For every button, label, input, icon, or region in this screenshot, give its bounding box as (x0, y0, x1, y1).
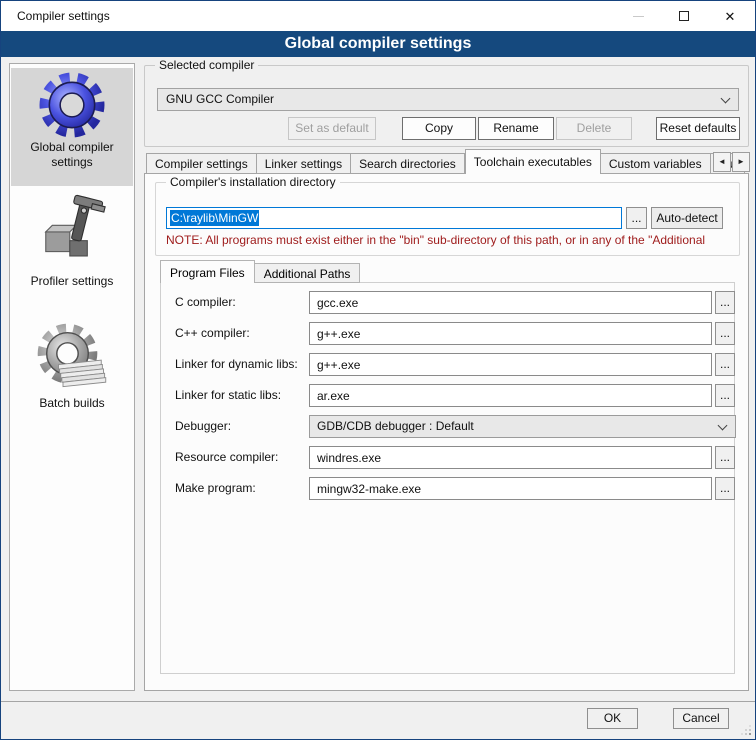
sidebar-item-label: Profiler settings (11, 274, 133, 289)
chevron-down-icon (721, 94, 731, 104)
c-compiler-input[interactable] (309, 291, 712, 314)
toolchain-executables-page: Compiler's installation directory C:\ray… (144, 173, 749, 691)
dynamic-linker-input[interactable] (309, 353, 712, 376)
footer-separator (1, 701, 756, 702)
make-program-label: Make program: (175, 481, 256, 495)
browse-directory-button[interactable]: ... (626, 207, 647, 229)
c-compiler-browse-button[interactable]: ... (715, 291, 735, 314)
title-bar[interactable]: Compiler settings ✕ (1, 1, 755, 31)
c-compiler-label: C compiler: (175, 295, 236, 309)
settings-tab-strip: Compiler settings Linker settings Search… (146, 149, 745, 174)
field-row: Resource compiler: ... (161, 446, 734, 469)
dialog-banner: Global compiler settings (1, 31, 755, 57)
static-linker-label: Linker for static libs: (175, 388, 281, 402)
installation-note: NOTE: All programs must exist either in … (166, 233, 736, 247)
dynamic-linker-label: Linker for dynamic libs: (175, 357, 298, 371)
program-tab-strip: Program Files Additional Paths (160, 260, 360, 283)
blue-gear-icon (39, 72, 105, 138)
debugger-select-value: GDB/CDB debugger : Default (317, 419, 474, 433)
selected-compiler-group: Selected compiler GNU GCC Compiler Set a… (144, 65, 749, 147)
tab-custom-variables[interactable]: Custom variables (601, 153, 711, 174)
group-legend: Selected compiler (155, 58, 258, 72)
sidebar-item-profiler-settings[interactable]: Profiler settings (11, 190, 133, 294)
tab-compiler-settings[interactable]: Compiler settings (146, 153, 257, 174)
installation-directory-group: Compiler's installation directory C:\ray… (155, 182, 740, 256)
chevron-down-icon (718, 421, 728, 431)
tab-scroll-left-button[interactable]: ◄ (713, 152, 731, 172)
copy-button[interactable]: Copy (402, 117, 476, 140)
cpp-compiler-label: C++ compiler: (175, 326, 250, 340)
auto-detect-button[interactable]: Auto-detect (651, 207, 723, 229)
maximize-button[interactable] (661, 1, 707, 31)
tab-toolchain-executables[interactable]: Toolchain executables (465, 149, 601, 174)
resource-compiler-browse-button[interactable]: ... (715, 446, 735, 469)
sidebar-item-label: Batch builds (11, 396, 133, 411)
close-button[interactable]: ✕ (707, 1, 753, 31)
window-title: Compiler settings (17, 9, 110, 23)
field-row: C++ compiler: ... (161, 322, 734, 345)
debugger-select[interactable]: GDB/CDB debugger : Default (309, 415, 736, 438)
minimize-icon (633, 16, 644, 17)
make-program-input[interactable] (309, 477, 712, 500)
compiler-settings-dialog: Compiler settings ✕ Global compiler sett… (0, 0, 756, 740)
cancel-button[interactable]: Cancel (673, 708, 729, 729)
resource-compiler-label: Resource compiler: (175, 450, 278, 464)
field-row: Linker for dynamic libs: ... (161, 353, 734, 376)
settings-category-list: Global compiler settings Profiler settin… (9, 63, 135, 691)
delete-button[interactable]: Delete (556, 117, 632, 140)
group-legend: Compiler's installation directory (166, 175, 340, 189)
compiler-select[interactable]: GNU GCC Compiler (157, 88, 739, 111)
field-row: Debugger: GDB/CDB debugger : Default (161, 415, 734, 438)
cpp-compiler-input[interactable] (309, 322, 712, 345)
ok-button[interactable]: OK (587, 708, 638, 729)
program-files-panel: C compiler: ... C++ compiler: ... Linker… (160, 282, 735, 674)
field-row: C compiler: ... (161, 291, 734, 314)
reset-defaults-button[interactable]: Reset defaults (656, 117, 740, 140)
compiler-select-value: GNU GCC Compiler (166, 92, 274, 106)
tab-linker-settings[interactable]: Linker settings (257, 153, 351, 174)
rename-button[interactable]: Rename (478, 117, 554, 140)
dynamic-linker-browse-button[interactable]: ... (715, 353, 735, 376)
debugger-label: Debugger: (175, 419, 231, 433)
resource-compiler-input[interactable] (309, 446, 712, 469)
set-as-default-button[interactable]: Set as default (288, 117, 376, 140)
static-linker-browse-button[interactable]: ... (715, 384, 735, 407)
caliper-tool-icon (37, 194, 107, 272)
sidebar-item-label: Global compiler settings (11, 140, 133, 170)
static-linker-input[interactable] (309, 384, 712, 407)
maximize-icon (679, 11, 689, 21)
field-row: Linker for static libs: ... (161, 384, 734, 407)
arrow-left-icon: ◄ (718, 157, 726, 166)
cpp-compiler-browse-button[interactable]: ... (715, 322, 735, 345)
selected-text: C:\raylib\MinGW (170, 210, 259, 226)
tab-additional-paths[interactable]: Additional Paths (255, 263, 361, 283)
gray-gear-stack-icon (36, 322, 108, 394)
minimize-button[interactable] (615, 1, 661, 31)
make-program-browse-button[interactable]: ... (715, 477, 735, 500)
field-row: Make program: ... (161, 477, 734, 500)
tab-search-directories[interactable]: Search directories (351, 153, 465, 174)
sidebar-item-global-compiler-settings[interactable]: Global compiler settings (11, 68, 133, 186)
sidebar-item-batch-builds[interactable]: Batch builds (11, 318, 133, 418)
arrow-right-icon: ► (737, 157, 745, 166)
resize-grip[interactable] (749, 733, 751, 735)
tab-scroll-right-button[interactable]: ► (732, 152, 750, 172)
tab-program-files[interactable]: Program Files (160, 260, 255, 283)
close-icon: ✕ (725, 10, 736, 23)
installation-directory-input[interactable]: C:\raylib\MinGW (166, 207, 622, 229)
